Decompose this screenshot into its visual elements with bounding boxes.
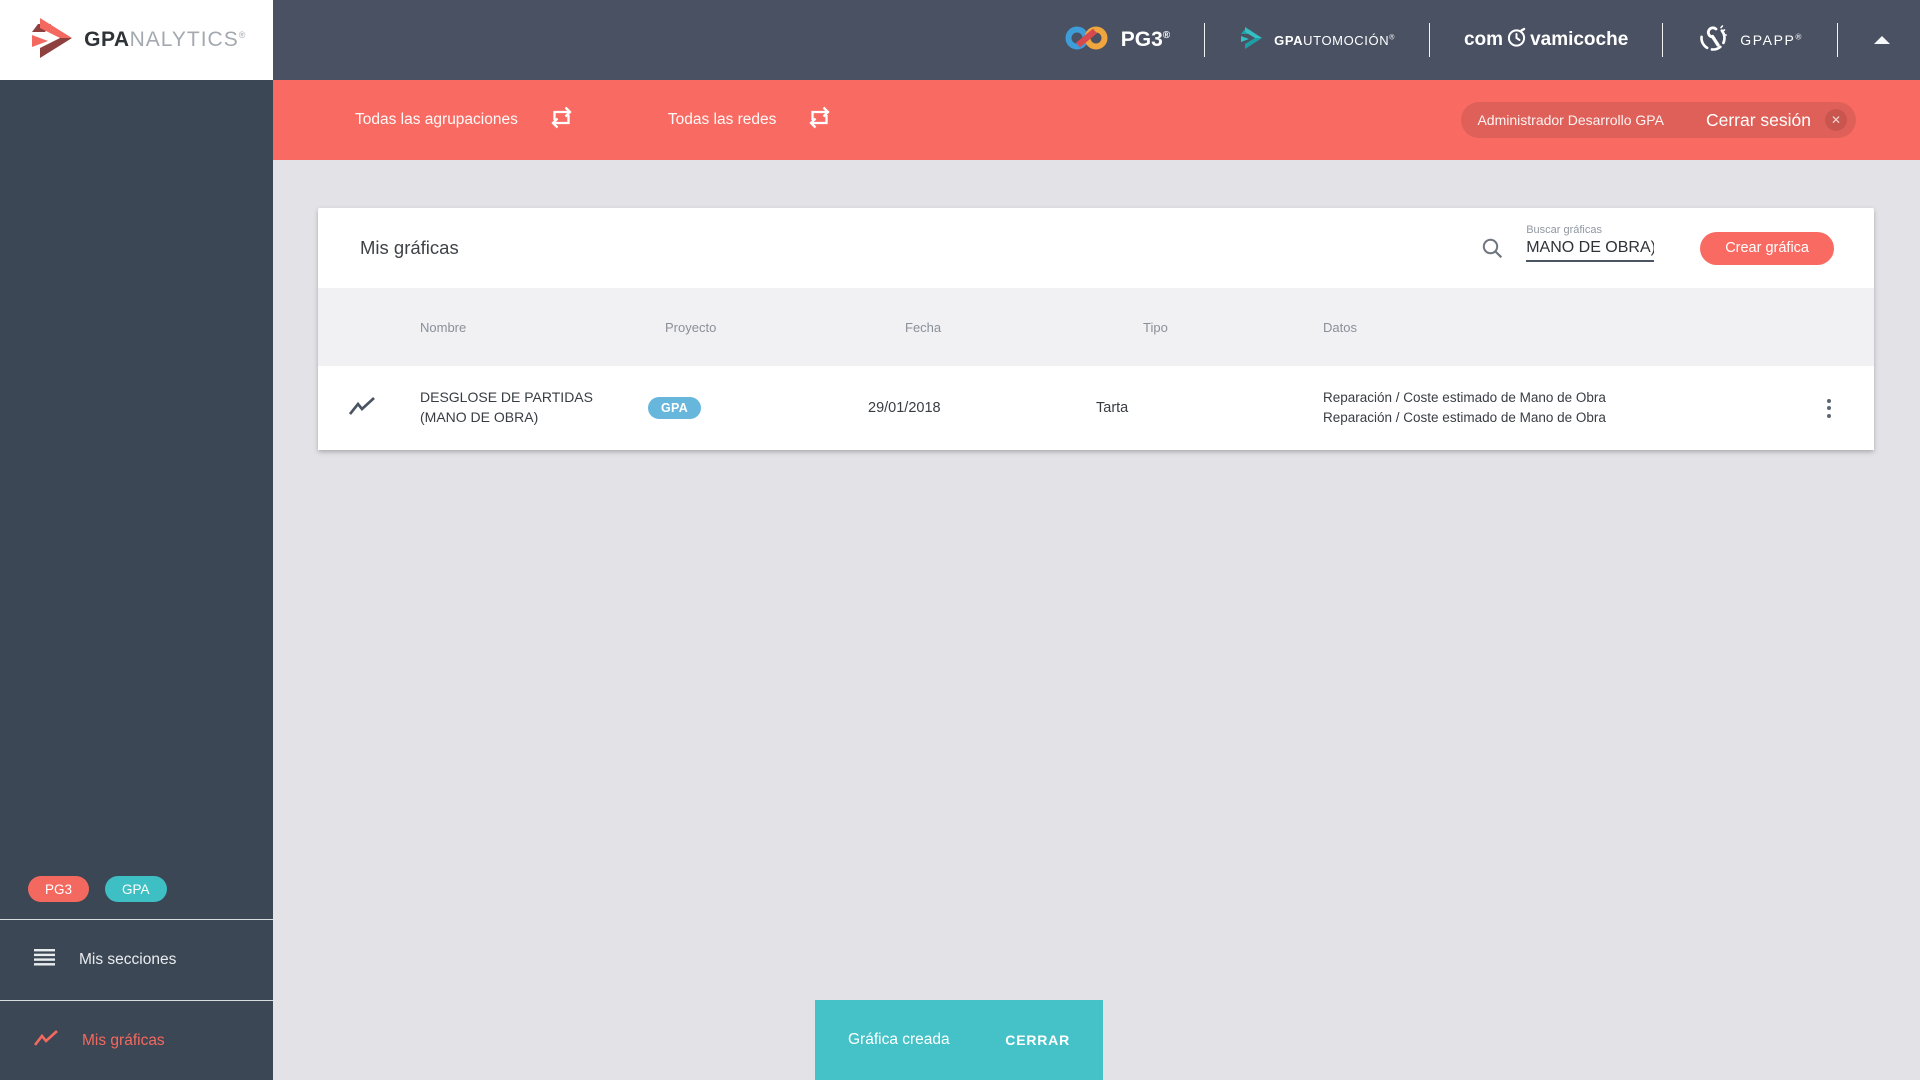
topbar-divider bbox=[1837, 23, 1838, 57]
table-header-proyecto: Proyecto bbox=[665, 319, 717, 335]
search-zone: Buscar gráficas MANO DE OBRA) Crear gráf… bbox=[1481, 224, 1874, 265]
row-fecha: 29/01/2018 bbox=[868, 400, 941, 416]
sidebar-item-mis-graficas[interactable]: Mis gráficas bbox=[0, 1001, 273, 1080]
sidebar-bottom: PG3 GPA Mis secciones Mis gráficas bbox=[0, 859, 273, 1080]
gpanalytics-arrow-icon bbox=[27, 16, 73, 65]
table-header-tipo: Tipo bbox=[1143, 319, 1168, 335]
filter-redes[interactable]: Todas las redes bbox=[668, 106, 834, 134]
table-header-nombre: Nombre bbox=[420, 319, 467, 335]
row-tipo: Tarta bbox=[1096, 400, 1129, 416]
snackbar-close-button[interactable]: CERRAR bbox=[1005, 1032, 1070, 1048]
table-header: Nombre Proyecto Fecha Tipo Datos bbox=[318, 288, 1874, 366]
comprovamicoche-prefix: com bbox=[1463, 29, 1504, 50]
topbar-divider bbox=[1204, 23, 1206, 57]
topbar-logo-gpautomocion[interactable]: GPAUTOMOCIÓN® bbox=[1239, 26, 1395, 55]
sidebar-badge-pg3[interactable]: PG3 bbox=[28, 876, 90, 902]
gpapp-label: GPAPP® bbox=[1740, 32, 1803, 48]
sidebar: PG3 GPA Mis secciones Mis gráficas bbox=[0, 80, 273, 1080]
gpautomocion-label: GPAUTOMOCIÓN® bbox=[1274, 32, 1395, 48]
search-input[interactable]: MANO DE OBRA) bbox=[1526, 239, 1655, 262]
pg3-label: PG3® bbox=[1120, 28, 1171, 51]
menu-lines-icon bbox=[34, 949, 55, 971]
topbar-logo-pg3[interactable]: PG3® bbox=[1064, 24, 1170, 57]
chart-line-icon bbox=[33, 1029, 58, 1053]
sidebar-item-label: Mis secciones bbox=[79, 951, 177, 968]
brand-wordmark: GPANALYTICS® bbox=[84, 28, 246, 51]
wrench-circle-icon bbox=[1697, 22, 1729, 59]
gpautomocion-arrow-icon bbox=[1239, 26, 1263, 55]
main-content: Mis gráficas Buscar gráficas MANO DE OBR… bbox=[273, 160, 1920, 1080]
datos-line: Reparación / Coste estimado de Mano de O… bbox=[1323, 389, 1606, 405]
datos-line: Reparación / Coste estimado de Mano de O… bbox=[1323, 410, 1606, 425]
comprovamicoche-suffix: vamicoche bbox=[1530, 29, 1629, 50]
filter-agrupaciones[interactable]: Todas las agrupaciones bbox=[355, 106, 575, 134]
snackbar: Gráfica creada CERRAR bbox=[815, 1000, 1103, 1080]
sidebar-badges: PG3 GPA bbox=[0, 859, 273, 919]
swap-icon[interactable] bbox=[548, 106, 575, 134]
create-chart-button[interactable]: Crear gráfica bbox=[1700, 231, 1834, 265]
page-title: Mis gráficas bbox=[360, 237, 459, 258]
search-field: Buscar gráficas MANO DE OBRA) bbox=[1526, 224, 1655, 262]
filter-redes-label: Todas las redes bbox=[667, 111, 777, 128]
card-header: Mis gráficas Buscar gráficas MANO DE OBR… bbox=[318, 208, 1874, 288]
user-name-label: Administrador Desarrollo GPA bbox=[1477, 112, 1664, 128]
graficas-card: Mis gráficas Buscar gráficas MANO DE OBR… bbox=[318, 208, 1874, 450]
filter-bar: Todas las agrupaciones Todas las redes A… bbox=[273, 80, 1920, 160]
row-proyecto: GPA bbox=[648, 366, 868, 450]
close-session-icon[interactable]: ✕ bbox=[1825, 109, 1847, 131]
swap-icon[interactable] bbox=[806, 106, 833, 134]
table-header-datos: Datos bbox=[1323, 319, 1357, 335]
table-row[interactable]: DESGLOSE DE PARTIDAS (MANO DE OBRA) GPA … bbox=[318, 366, 1874, 450]
pg3-infinity-icon bbox=[1064, 24, 1110, 57]
collapse-caret-icon[interactable] bbox=[1874, 36, 1890, 44]
topbar: PG3® GPAUTOMOCIÓN® com vamicoche GPAPP® bbox=[273, 0, 1920, 80]
chart-line-icon bbox=[348, 396, 376, 420]
table-header-actions bbox=[1784, 288, 1874, 366]
sidebar-item-mis-secciones[interactable]: Mis secciones bbox=[0, 920, 273, 1000]
search-field-label: Buscar gráficas bbox=[1526, 224, 1602, 236]
filter-agrupaciones-label: Todas las agrupaciones bbox=[355, 111, 518, 128]
sidebar-badge-gpa[interactable]: GPA bbox=[105, 876, 167, 902]
project-badge: GPA bbox=[648, 397, 702, 419]
table-header-fecha: Fecha bbox=[905, 319, 942, 335]
topbar-logo-gpapp[interactable]: GPAPP® bbox=[1697, 22, 1803, 59]
row-actions bbox=[1784, 366, 1874, 450]
row-menu-icon[interactable] bbox=[1812, 391, 1846, 425]
table-header-cell bbox=[318, 288, 420, 366]
user-session-pill: Administrador Desarrollo GPA Cerrar sesi… bbox=[1461, 102, 1856, 138]
app-root: GPANALYTICS® PG3® GPAUTOMOCIÓN® com vami… bbox=[0, 0, 1920, 1080]
topbar-logo-comprovamicoche[interactable]: com vamicoche bbox=[1464, 27, 1628, 53]
snackbar-message: Gráfica creada bbox=[848, 1031, 950, 1048]
sidebar-item-label: Mis gráficas bbox=[82, 1031, 165, 1049]
row-type-cell bbox=[318, 366, 420, 450]
brand-logo[interactable]: GPANALYTICS® bbox=[0, 0, 273, 80]
row-nombre: DESGLOSE DE PARTIDAS (MANO DE OBRA) bbox=[420, 389, 593, 425]
search-input-value: MANO DE OBRA) bbox=[1526, 239, 1655, 256]
search-icon[interactable] bbox=[1481, 237, 1504, 265]
row-datos: Reparación / Coste estimado de Mano de O… bbox=[1323, 366, 1784, 450]
topbar-divider bbox=[1428, 23, 1430, 57]
logout-button[interactable]: Cerrar sesión bbox=[1706, 110, 1811, 131]
clock-icon bbox=[1506, 27, 1527, 53]
topbar-divider bbox=[1662, 23, 1664, 57]
